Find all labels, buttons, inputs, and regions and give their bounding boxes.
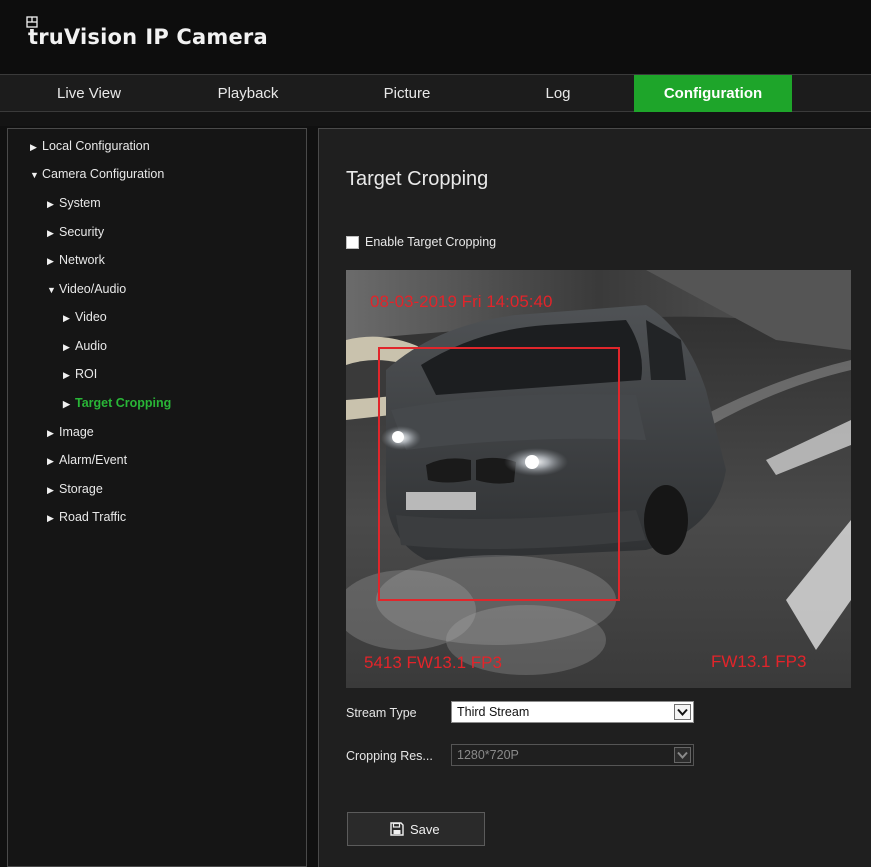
sidebar-item-storage[interactable]: ▶ Storage: [47, 482, 103, 496]
sidebar-item-label: Local Configuration: [42, 139, 150, 153]
stream-type-label: Stream Type: [346, 706, 417, 720]
sidebar-item-label: Image: [59, 425, 94, 439]
cropping-resolution-select[interactable]: 1280*720P: [451, 744, 694, 766]
collapse-arrow-icon: ▼: [30, 170, 39, 180]
sidebar-item-label: Security: [59, 225, 105, 239]
sidebar-item-video-audio[interactable]: ▼ Video/Audio: [47, 282, 126, 296]
sidebar-item-label: Alarm/Event: [59, 453, 128, 467]
expand-arrow-icon: ▶: [47, 485, 54, 495]
tab-configuration[interactable]: Configuration: [634, 75, 792, 112]
sidebar-item-label: Audio: [75, 339, 107, 353]
osd-camera-name: 5413 FW13.1 FP3: [364, 653, 502, 672]
sidebar-item-roi[interactable]: ▶ ROI: [63, 367, 97, 381]
sidebar-item-label: Target Cropping: [75, 396, 172, 410]
cropping-resolution-value: 1280*720P: [457, 748, 519, 762]
brand-logo: truVision IP Camera: [26, 16, 268, 49]
cropping-resolution-label: Cropping Res...: [346, 749, 433, 763]
osd-timestamp: 08-03-2019 Fri 14:05:40: [370, 292, 553, 311]
sidebar-item-road-traffic[interactable]: ▶ Road Traffic: [47, 510, 126, 524]
sidebar-item-target-cropping[interactable]: ▶ Target Cropping: [63, 396, 171, 410]
logo-mark-icon: [26, 16, 38, 28]
stream-type-select[interactable]: Third Stream: [451, 701, 694, 723]
expand-arrow-icon: ▶: [63, 399, 70, 409]
crop-region-rectangle[interactable]: [378, 347, 620, 601]
sidebar-item-label: Video: [75, 310, 107, 324]
tab-picture[interactable]: Picture: [337, 75, 477, 112]
expand-arrow-icon: ▶: [47, 256, 54, 266]
sidebar-item-alarm-event[interactable]: ▶ Alarm/Event: [47, 453, 127, 467]
sidebar-item-network[interactable]: ▶ Network: [47, 253, 105, 267]
sidebar-item-video[interactable]: ▶ Video: [63, 310, 107, 324]
expand-arrow-icon: ▶: [47, 428, 54, 438]
expand-arrow-icon: ▶: [63, 342, 70, 352]
sidebar-item-system[interactable]: ▶ System: [47, 196, 101, 210]
expand-arrow-icon: ▶: [47, 228, 54, 238]
chevron-down-icon: [674, 747, 691, 763]
sidebar-item-camera-configuration[interactable]: ▼ Camera Configuration: [30, 167, 164, 181]
sidebar-item-label: Road Traffic: [59, 510, 127, 524]
sidebar-item-label: ROI: [75, 367, 98, 381]
expand-arrow-icon: ▶: [47, 199, 54, 209]
sidebar-item-label: Video/Audio: [59, 282, 127, 296]
chevron-down-icon: [674, 704, 691, 720]
main-nav: Live View Playback Picture Log Configura…: [0, 74, 871, 112]
collapse-arrow-icon: ▼: [47, 285, 56, 295]
stream-type-value: Third Stream: [457, 705, 530, 719]
sidebar-item-local-configuration[interactable]: ▶ Local Configuration: [30, 139, 150, 153]
sidebar-item-label: Storage: [59, 482, 103, 496]
expand-arrow-icon: ▶: [47, 513, 54, 523]
app-header: truVision IP Camera: [0, 0, 871, 74]
save-icon: [390, 822, 404, 836]
page-title: Target Cropping: [346, 168, 489, 190]
expand-arrow-icon: ▶: [30, 142, 37, 152]
brand-name: truVision: [28, 25, 138, 49]
expand-arrow-icon: ▶: [47, 456, 54, 466]
enable-target-cropping-checkbox[interactable]: [346, 236, 359, 249]
sidebar-item-security[interactable]: ▶ Security: [47, 225, 104, 239]
save-button[interactable]: Save: [347, 812, 485, 846]
tab-log[interactable]: Log: [478, 75, 638, 112]
save-button-label: Save: [410, 822, 440, 837]
osd-firmware: FW13.1 FP3: [711, 652, 807, 671]
sidebar-item-label: Camera Configuration: [42, 167, 165, 181]
tab-playback[interactable]: Playback: [178, 75, 318, 112]
nav-divider-band: [0, 112, 871, 126]
sidebar-item-image[interactable]: ▶ Image: [47, 425, 94, 439]
sidebar-item-audio[interactable]: ▶ Audio: [63, 339, 107, 353]
expand-arrow-icon: ▶: [63, 370, 70, 380]
expand-arrow-icon: ▶: [63, 313, 70, 323]
tab-live-view[interactable]: Live View: [19, 75, 159, 112]
brand-product: IP Camera: [145, 25, 268, 49]
sidebar-item-label: System: [59, 196, 101, 210]
sidebar-item-label: Network: [59, 253, 105, 267]
enable-target-cropping-label: Enable Target Cropping: [365, 235, 497, 249]
